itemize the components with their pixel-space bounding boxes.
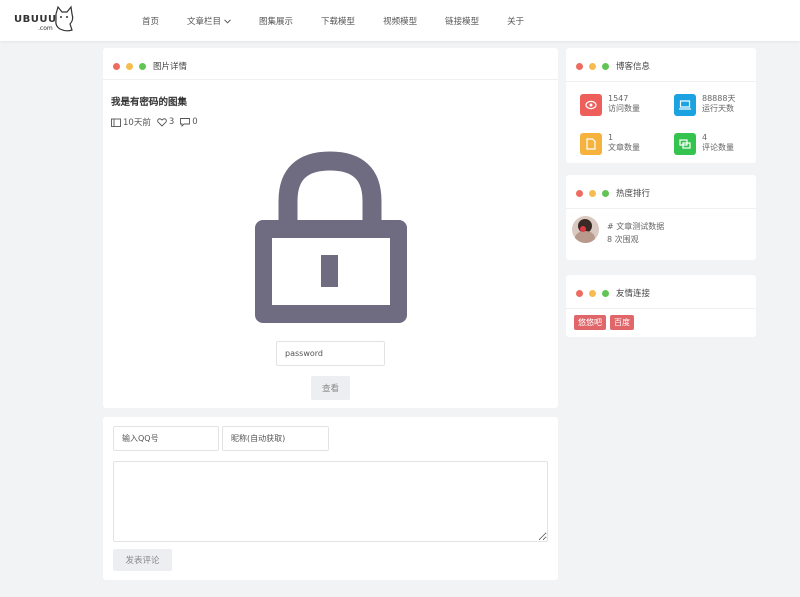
nav-label: 关于: [507, 17, 525, 27]
rank-item[interactable]: # 文章测试数据 8 次围观: [607, 220, 664, 246]
nav-about[interactable]: 关于: [507, 15, 524, 27]
friend-link-tag[interactable]: 悠悠吧: [574, 315, 606, 330]
nav-label: 下载模型: [321, 17, 356, 27]
top-navbar: UBUUU .com 首页 文章栏目 图集展示 下载模型 视频模型 链接模型 关…: [0, 0, 800, 41]
chevron-down-icon: [224, 18, 231, 24]
comment-form-card: 发表评论: [103, 417, 558, 580]
blog-info-card: 博客信息 1547 访问数量 88888天 运行天数 1 文章数量 4 评论数量: [566, 48, 756, 163]
article-thumbnail[interactable]: [572, 216, 599, 243]
nav-label: 图集展示: [259, 17, 294, 27]
green-dot-icon: [139, 62, 146, 70]
comment-icon: [180, 117, 191, 127]
nav-gallery[interactable]: 图集展示: [259, 15, 293, 27]
nav-home[interactable]: 首页: [142, 15, 159, 27]
comment-icon: [674, 133, 696, 155]
card-title: 热度排行: [616, 189, 651, 199]
card-title: 友情连接: [616, 289, 651, 299]
qq-input[interactable]: [113, 426, 219, 451]
comment-textarea[interactable]: [113, 461, 548, 542]
stat-value: 4: [702, 133, 708, 142]
post-meta: 10天前 3 0: [111, 116, 204, 128]
red-dot-icon: [576, 62, 583, 70]
nickname-input[interactable]: [222, 426, 329, 451]
hot-ranking-card: 热度排行 # 文章测试数据 8 次围观: [566, 175, 756, 260]
logo-sub: .com: [38, 25, 53, 32]
card-header: 热度排行: [576, 187, 650, 199]
post-comments[interactable]: 0: [180, 117, 198, 127]
card-title: 图片详情: [153, 62, 188, 72]
stat-days: 88888天 运行天数: [674, 94, 735, 116]
nav-label: 首页: [142, 17, 160, 27]
red-dot-icon: [576, 189, 583, 197]
yellow-dot-icon: [589, 62, 596, 70]
red-dot-icon: [113, 62, 120, 70]
password-input[interactable]: [276, 341, 385, 366]
heart-icon: [157, 117, 167, 127]
nav-articles[interactable]: 文章栏目: [187, 15, 231, 27]
stat-label: 访问数量: [608, 104, 640, 113]
cat-logo-icon: [55, 5, 74, 32]
stat-value: 1: [608, 133, 614, 142]
like-count: 3: [168, 117, 175, 127]
stat-label: 运行天数: [702, 104, 734, 113]
card-header: 友情连接: [576, 287, 650, 299]
friend-link-tag[interactable]: 百度: [610, 315, 634, 330]
stat-label: 文章数量: [608, 143, 640, 152]
yellow-dot-icon: [589, 189, 596, 197]
stat-value: 1547: [608, 94, 629, 103]
monitor-icon: [674, 94, 696, 116]
red-dot-icon: [576, 289, 583, 297]
divider: [566, 81, 756, 82]
post-title: 我是有密码的图集: [111, 97, 188, 108]
calendar-icon: [111, 118, 121, 127]
main-nav: 首页 文章栏目 图集展示 下载模型 视频模型 链接模型 关于: [142, 15, 552, 27]
document-icon: [580, 133, 602, 155]
submit-comment-button[interactable]: 发表评论: [113, 549, 172, 571]
nav-video[interactable]: 视频模型: [383, 15, 417, 27]
green-dot-icon: [602, 189, 609, 197]
eye-icon: [580, 94, 602, 116]
nav-label: 视频模型: [383, 17, 418, 27]
divider: [566, 208, 756, 209]
divider: [103, 79, 558, 80]
logo-text: UBUUU: [14, 14, 57, 25]
divider: [566, 308, 756, 309]
rank-item-title: # 文章测试数据: [607, 222, 665, 231]
nav-label: 文章栏目: [187, 17, 222, 27]
image-detail-card: 图片详情 我是有密码的图集 10天前 3 0 查看: [103, 48, 558, 408]
card-header: 博客信息: [576, 60, 650, 72]
yellow-dot-icon: [126, 62, 133, 70]
card-header: 图片详情: [113, 60, 187, 72]
site-logo[interactable]: UBUUU .com: [14, 4, 76, 36]
nav-download[interactable]: 下载模型: [321, 15, 355, 27]
post-time-text: 10天前: [123, 118, 151, 128]
post-time: 10天前: [111, 116, 151, 128]
stat-value: 88888天: [702, 94, 736, 103]
lock-icon: [255, 151, 407, 323]
comment-count: 0: [192, 117, 198, 127]
nav-links[interactable]: 链接模型: [445, 15, 479, 27]
green-dot-icon: [602, 62, 609, 70]
view-button[interactable]: 查看: [311, 376, 350, 400]
stat-label: 评论数量: [702, 143, 734, 152]
nav-label: 链接模型: [445, 17, 480, 27]
rank-item-views: 8 次围观: [607, 235, 639, 244]
friend-link-list: 悠悠吧 百度: [574, 315, 638, 330]
stat-articles: 1 文章数量: [580, 133, 640, 155]
friend-links-card: 友情连接 悠悠吧 百度: [566, 275, 756, 337]
yellow-dot-icon: [589, 289, 596, 297]
card-title: 博客信息: [616, 62, 651, 72]
green-dot-icon: [602, 289, 609, 297]
stat-visits: 1547 访问数量: [580, 94, 640, 116]
post-likes[interactable]: 3: [157, 117, 174, 127]
stat-comments: 4 评论数量: [674, 133, 734, 155]
